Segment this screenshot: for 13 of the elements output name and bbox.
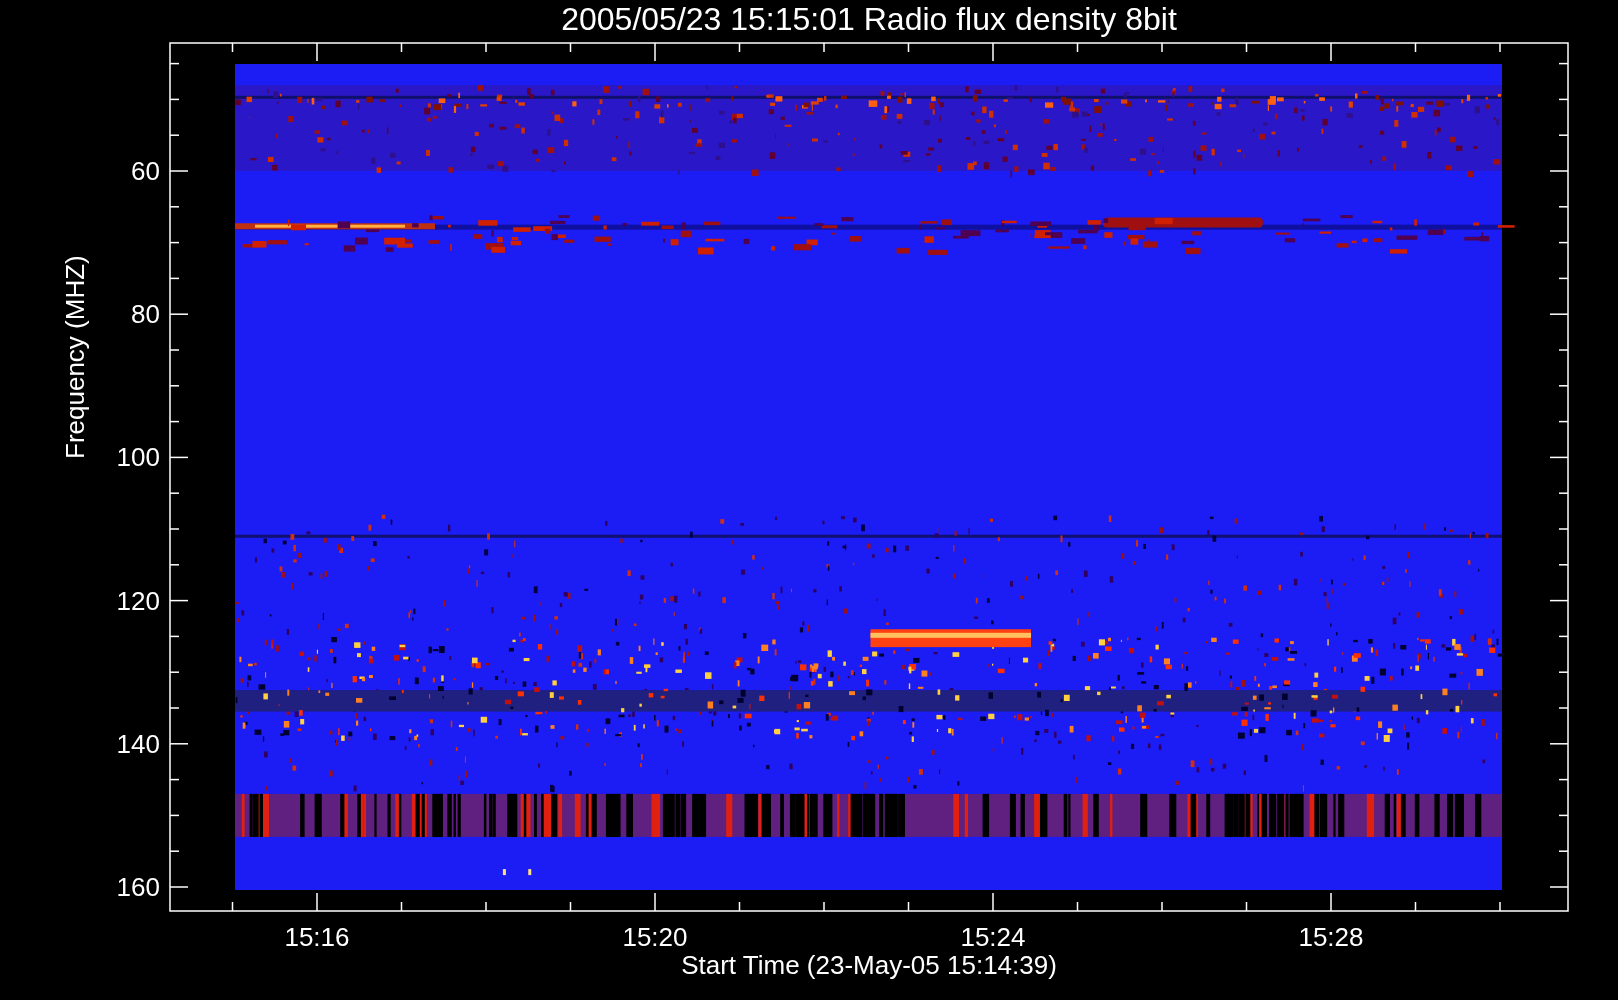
tick-label: 15:20 <box>622 922 688 952</box>
tick-label: 15:28 <box>1298 922 1364 952</box>
tick-label: 120 <box>116 585 160 616</box>
tick-label: 60 <box>131 156 160 186</box>
tick-label: 80 <box>131 299 160 330</box>
tick-label: 100 <box>116 442 160 473</box>
tick-label: 15:16 <box>284 922 350 952</box>
axis-label: Frequency (MHZ) <box>60 255 90 459</box>
axis-label: Start Time (23-May-05 15:14:39) <box>681 950 1057 980</box>
plot-title: 2005/05/23 15:15:01 Radio flux density 8bit <box>561 1 1177 37</box>
tick-label: 15:24 <box>960 922 1026 952</box>
tick-label: 140 <box>116 728 160 759</box>
tick-label: 160 <box>116 872 160 902</box>
